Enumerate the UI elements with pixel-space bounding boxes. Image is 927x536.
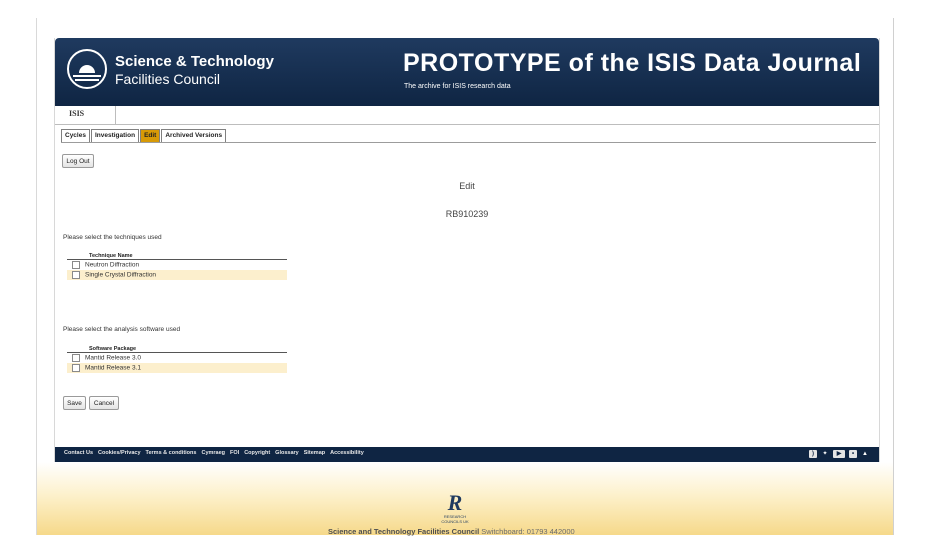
logout-button[interactable]: Log Out — [62, 154, 94, 168]
rcuk-mark-icon: R — [447, 490, 463, 515]
footer-link-sitemap[interactable]: Sitemap — [304, 450, 325, 456]
footer-link-cymraeg[interactable]: Cymraeg — [201, 450, 225, 456]
page-left-border — [36, 18, 37, 535]
rss-icon[interactable]: ) — [809, 450, 817, 458]
technique-checkbox[interactable] — [72, 261, 80, 269]
software-label: Mantid Release 3.0 — [85, 354, 142, 362]
site-title: PROTOTYPE of the ISIS Data Journal — [403, 49, 862, 77]
print-icon[interactable]: ▲ — [861, 450, 869, 458]
table-row: Mantid Release 3.0 — [67, 353, 287, 364]
tab-bar: Cycles Investigation Edit Archived Versi… — [61, 129, 227, 143]
page-right-border — [893, 18, 894, 535]
footer-link-copyright[interactable]: Copyright — [244, 450, 270, 456]
tab-investigation[interactable]: Investigation — [90, 129, 140, 143]
table-row: Single Crystal Diffraction — [67, 270, 287, 280]
footer-links: Contact Us Cookies/Privacy Terms & condi… — [64, 450, 364, 456]
tab-divider — [61, 142, 876, 143]
techniques-prompt: Please select the techniques used — [63, 234, 162, 241]
cancel-button[interactable]: Cancel — [89, 396, 119, 410]
social-icons: ) ✦ ▶ • ▲ — [809, 450, 869, 458]
org-name-line1: Science & Technology — [115, 53, 274, 70]
stfc-logo-icon[interactable] — [67, 49, 107, 89]
technique-checkbox[interactable] — [72, 271, 80, 279]
footer-link-terms[interactable]: Terms & conditions — [146, 450, 197, 456]
technique-label: Neutron Diffraction — [85, 261, 140, 269]
tab-edit[interactable]: Edit — [140, 129, 161, 143]
investigation-id: RB910239 — [445, 209, 489, 219]
page-title: Edit — [459, 181, 475, 191]
software-table: Software Package Mantid Release 3.0 Mant… — [67, 345, 287, 373]
technique-column-header: Technique Name — [67, 252, 287, 260]
software-label: Mantid Release 3.1 — [85, 364, 142, 372]
software-checkbox[interactable] — [72, 364, 80, 372]
software-checkbox[interactable] — [72, 354, 80, 362]
techniques-table: Technique Name Neutron Diffraction Singl… — [67, 252, 287, 280]
footer-link-accessibility[interactable]: Accessibility — [330, 450, 364, 456]
breadcrumb: ISIS — [55, 106, 879, 125]
table-row: Neutron Diffraction — [67, 260, 287, 271]
footer-link-contact[interactable]: Contact Us — [64, 450, 93, 456]
rcuk-logo[interactable]: R RESEARCH COUNCILS UK — [440, 490, 470, 525]
rcuk-text-2: COUNCILS UK — [441, 519, 469, 524]
software-prompt: Please select the analysis software used — [63, 326, 181, 333]
page-frame: Science & Technology Facilities Council … — [54, 38, 880, 462]
footer-link-cookies[interactable]: Cookies/Privacy — [98, 450, 141, 456]
software-column-header: Software Package — [67, 345, 287, 353]
tab-archived-versions[interactable]: Archived Versions — [161, 129, 227, 143]
technique-label: Single Crystal Diffraction — [85, 271, 157, 279]
site-subtitle: The archive for ISIS research data — [404, 83, 511, 90]
site-header: Science & Technology Facilities Council … — [55, 38, 879, 106]
youtube-icon[interactable]: ▶ — [833, 450, 845, 458]
twitter-icon[interactable]: ✦ — [821, 450, 829, 458]
footer-link-foi[interactable]: FOI — [230, 450, 239, 456]
org-name-line2: Facilities Council — [115, 71, 221, 87]
tab-cycles[interactable]: Cycles — [61, 129, 90, 143]
flickr-icon[interactable]: • — [849, 450, 857, 458]
site-footer: Contact Us Cookies/Privacy Terms & condi… — [55, 447, 879, 462]
save-button[interactable]: Save — [63, 396, 86, 410]
footer-link-glossary[interactable]: Glossary — [275, 450, 299, 456]
table-row: Mantid Release 3.1 — [67, 363, 287, 373]
breadcrumb-isis[interactable]: ISIS — [69, 109, 84, 118]
